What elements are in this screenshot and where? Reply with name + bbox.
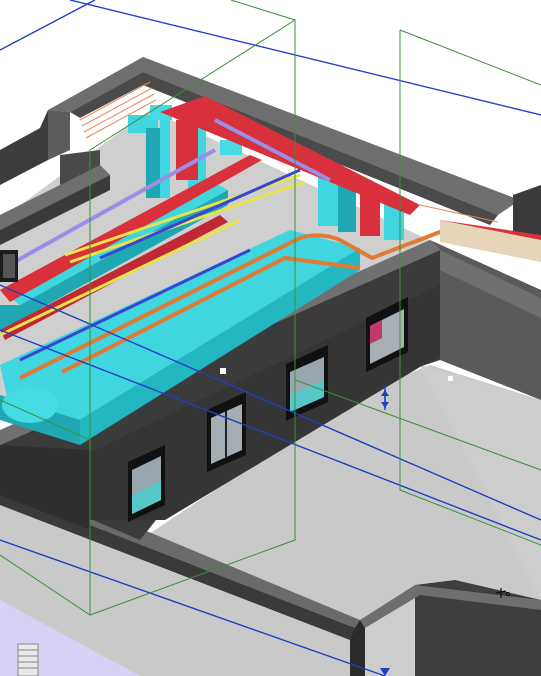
- vent-grille: [17, 643, 39, 676]
- 3d-viewport[interactable]: [0, 0, 541, 676]
- model-canvas[interactable]: [0, 0, 541, 676]
- wall-marker: [220, 368, 226, 374]
- wall-marker: [448, 376, 453, 381]
- left-parapet-top: [48, 110, 70, 160]
- left-parapet-side: [0, 110, 48, 185]
- equipment-unit[interactable]: [0, 250, 18, 282]
